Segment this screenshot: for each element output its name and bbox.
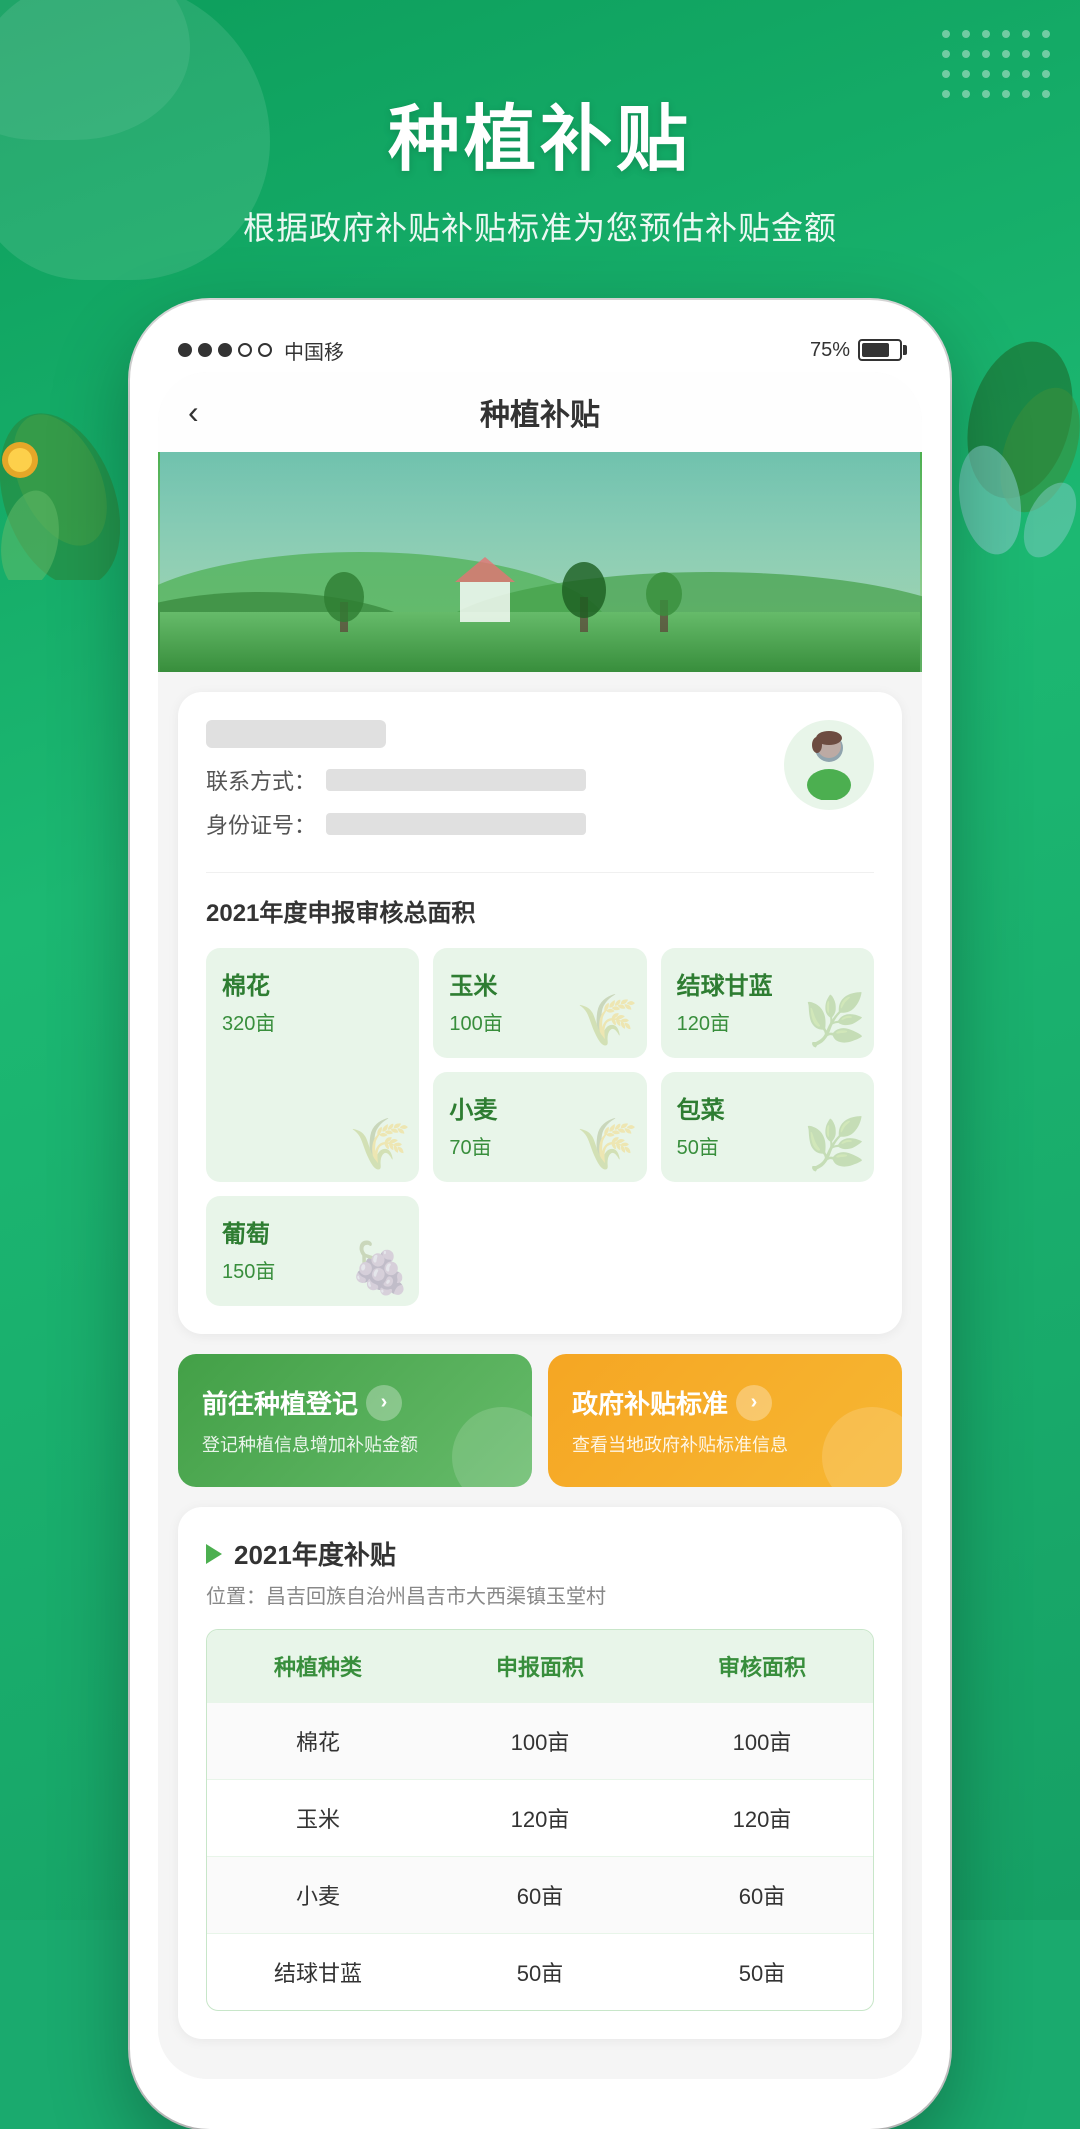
status-bar-left: 中国移 (178, 336, 344, 365)
register-btn-title: 前往种植登记 › (202, 1384, 508, 1421)
crop-icon-corn: 🌾 (576, 991, 638, 1050)
user-avatar (784, 720, 874, 810)
signal-dot-4 (238, 343, 252, 357)
nav-back-button[interactable]: ‹ (188, 394, 199, 431)
planting-register-button[interactable]: 前往种植登记 › 登记种植信息增加补贴金额 (178, 1354, 532, 1487)
crop-item-grape: 葡萄 150亩 🍇 (206, 1196, 419, 1306)
battery-fill (862, 343, 889, 357)
user-info: 联系方式： 身份证号： (206, 720, 874, 852)
cell-declared-0: 100亩 (429, 1703, 651, 1779)
contact-label: 联系方式： (206, 764, 316, 796)
subsidy-location: 位置：昌吉回族自治州昌吉市大西渠镇玉堂村 (206, 1580, 874, 1609)
phone-screen: ‹ 种植补贴 (158, 372, 922, 2079)
app-navbar: ‹ 种植补贴 (158, 372, 922, 452)
crop-item-cabbage: 结球甘蓝 120亩 🌿 (661, 948, 874, 1058)
phone-mockup: 中国移 75% ‹ 种植补贴 (130, 300, 950, 2129)
crop-icon-cabbage: 🌿 (804, 991, 866, 1050)
user-info-card: 联系方式： 身份证号： (178, 692, 902, 1334)
signal-dot-1 (178, 343, 192, 357)
user-details: 联系方式： 身份证号： (206, 720, 784, 852)
crop-item-wheat: 小麦 70亩 🌾 (433, 1072, 646, 1182)
subsidy-header: 2021年度补贴 (206, 1535, 874, 1572)
user-contact-field: 联系方式： (206, 764, 784, 796)
subsidy-title: 2021年度补贴 (234, 1535, 396, 1572)
subsidy-table: 种植种类 申报面积 审核面积 棉花 100亩 100亩 玉米 120亩 (206, 1629, 874, 2011)
battery-icon (858, 339, 902, 361)
table-row-3: 结球甘蓝 50亩 50亩 (207, 1933, 873, 2010)
page-title: 种植补贴 (0, 80, 1080, 185)
page-subtitle: 根据政府补贴补贴标准为您预估补贴金额 (0, 203, 1080, 249)
crop-area-cotton: 320亩 (222, 1007, 403, 1036)
table-row-0: 棉花 100亩 100亩 (207, 1702, 873, 1779)
carrier-text: 中国移 (284, 336, 344, 365)
id-blurred (326, 813, 586, 835)
crop-grid: 棉花 320亩 🌾 玉米 100亩 🌾 结球甘蓝 120亩 (206, 948, 874, 1306)
contact-blurred (326, 769, 586, 791)
register-arrow-icon: › (366, 1385, 402, 1421)
crop-item-cotton: 棉花 320亩 🌾 (206, 948, 419, 1182)
crop-name-cotton: 棉花 (222, 966, 403, 1001)
cell-declared-2: 60亩 (429, 1857, 651, 1933)
crop-icon-wheat: 🌾 (576, 1115, 638, 1174)
page-header: 种植补贴 根据政府补贴补贴标准为您预估补贴金额 (0, 0, 1080, 249)
subsidy-triangle-icon (206, 1544, 222, 1564)
battery-percent: 75% (810, 339, 850, 362)
action-row: 前往种植登记 › 登记种植信息增加补贴金额 政府补贴标准 › 查看当地政府补贴标… (178, 1354, 902, 1487)
signal-dot-3 (218, 343, 232, 357)
table-header: 种植种类 申报面积 审核面积 (207, 1630, 873, 1702)
cell-type-0: 棉花 (207, 1703, 429, 1779)
status-bar: 中国移 75% (158, 328, 922, 372)
phone-frame: 中国移 75% ‹ 种植补贴 (130, 300, 950, 2129)
leaf-right (950, 320, 1080, 570)
app-hero (158, 452, 922, 672)
cell-type-2: 小麦 (207, 1857, 429, 1933)
cell-type-1: 玉米 (207, 1780, 429, 1856)
subsidy-arrow-icon: › (736, 1385, 772, 1421)
app-content: 联系方式： 身份证号： (158, 692, 922, 2079)
subsidy-standard-button[interactable]: 政府补贴标准 › 查看当地政府补贴标准信息 (548, 1354, 902, 1487)
cell-declared-3: 50亩 (429, 1934, 651, 2010)
table-row-2: 小麦 60亩 60亩 (207, 1856, 873, 1933)
crop-icon-pakchoi: 🌿 (804, 1115, 866, 1174)
battery-area: 75% (810, 339, 902, 362)
divider (206, 872, 874, 873)
table-header-declared: 申报面积 (429, 1630, 651, 1702)
subsidy-card: 2021年度补贴 位置：昌吉回族自治州昌吉市大西渠镇玉堂村 种植种类 申报面积 … (178, 1507, 902, 2039)
id-label: 身份证号： (206, 808, 316, 840)
table-header-type: 种植种类 (207, 1630, 429, 1702)
crop-item-pakchoi: 包菜 50亩 🌿 (661, 1072, 874, 1182)
signal-dot-5 (258, 343, 272, 357)
crop-item-corn: 玉米 100亩 🌾 (433, 948, 646, 1058)
user-name-blurred (206, 720, 386, 748)
crop-icon-cotton: 🌾 (349, 1115, 411, 1174)
subsidy-btn-title: 政府补贴标准 › (572, 1384, 878, 1421)
user-id-field: 身份证号： (206, 808, 784, 840)
crop-icon-grape: 🍇 (349, 1239, 411, 1298)
table-row-1: 玉米 120亩 120亩 (207, 1779, 873, 1856)
area-section-title: 2021年度申报审核总面积 (206, 893, 874, 928)
nav-title: 种植补贴 (480, 390, 600, 434)
signal-dot-2 (198, 343, 212, 357)
cell-approved-3: 50亩 (651, 1934, 873, 2010)
table-header-approved: 审核面积 (651, 1630, 873, 1702)
leaf-left (0, 380, 120, 580)
cell-type-3: 结球甘蓝 (207, 1934, 429, 2010)
cell-declared-1: 120亩 (429, 1780, 651, 1856)
cell-approved-1: 120亩 (651, 1780, 873, 1856)
cell-approved-0: 100亩 (651, 1703, 873, 1779)
cell-approved-2: 60亩 (651, 1857, 873, 1933)
